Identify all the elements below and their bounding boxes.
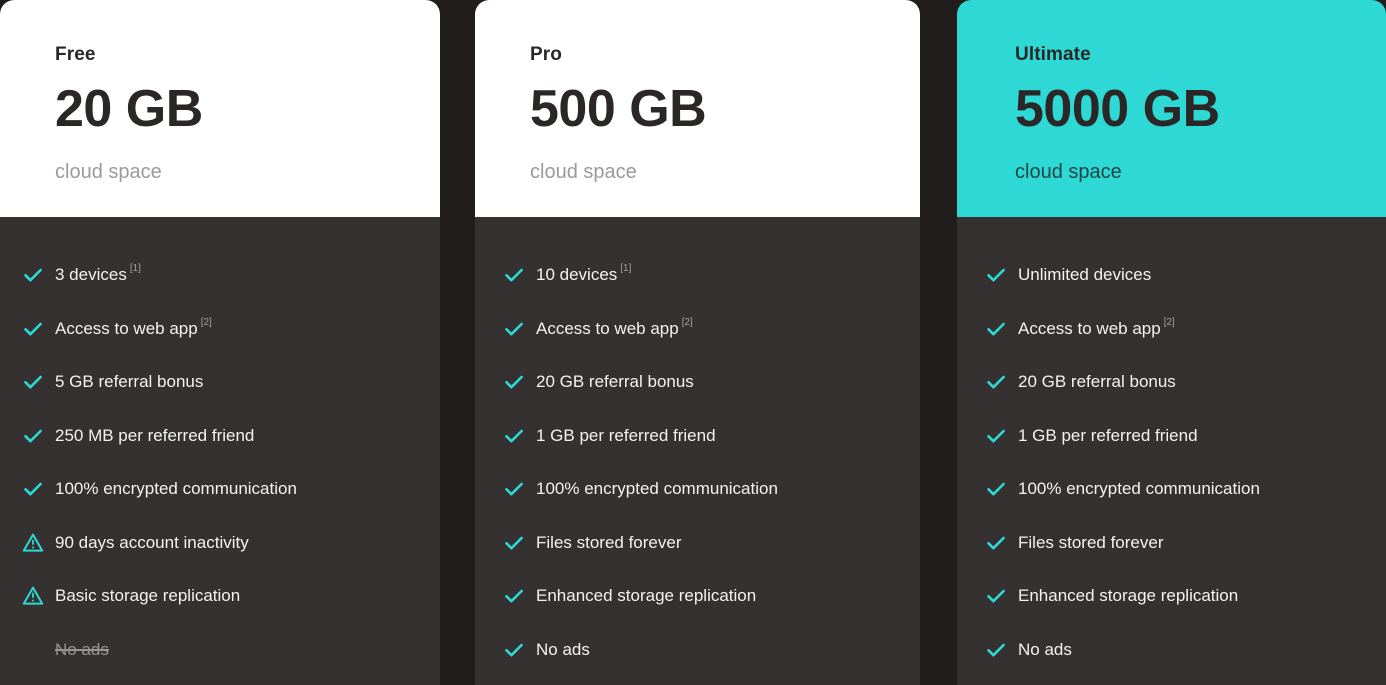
check-icon — [503, 639, 525, 661]
card-gutter-2 — [920, 0, 957, 685]
feature-item: 5 GB referral bonus — [0, 371, 440, 425]
feature-item: 20 GB referral bonus — [475, 371, 920, 425]
feature-label: Files stored forever — [1018, 532, 1164, 552]
check-icon — [985, 425, 1007, 447]
feature-item: Enhanced storage replication — [957, 585, 1386, 639]
feature-label: 90 days account inactivity — [55, 532, 249, 552]
check-icon — [503, 371, 525, 393]
plan-header-ultimate: Ultimate 5000 GB cloud space — [957, 0, 1386, 217]
feature-item: No ads — [475, 639, 920, 685]
feature-item: Enhanced storage replication — [475, 585, 920, 639]
check-icon — [22, 425, 44, 447]
plan-name: Pro — [530, 44, 562, 65]
feature-item: 100% encrypted communication — [0, 478, 440, 532]
feature-label: 250 MB per referred friend — [55, 425, 255, 445]
feature-list-free: 3 devices [1] Access to web app [2] 5 GB ref… — [0, 217, 440, 685]
feature-label: Basic storage replication — [55, 586, 241, 605]
feature-footnote: [2] — [200, 316, 212, 328]
feature-item: Unlimited devices — [957, 264, 1386, 318]
feature-item: 100% encrypted communication — [957, 478, 1386, 532]
pricing-plans: Free 20 GB cloud space 3 devices [1] Acces… — [0, 0, 1386, 685]
plan-header-pro: Pro 500 GB cloud space — [475, 0, 920, 217]
feature-footnote: [1] — [129, 263, 141, 274]
feature-label: Enhanced storage replication — [536, 586, 757, 605]
feature-label: 5 GB referral bonus — [55, 372, 204, 391]
feature-item: Access to web app [2] — [0, 316, 440, 372]
check-icon — [503, 585, 525, 607]
feature-label: 20 GB referral bonus — [1018, 372, 1176, 391]
feature-footnote: [2] — [1163, 316, 1175, 328]
check-icon — [985, 585, 1007, 607]
check-icon — [503, 478, 525, 500]
feature-item: 100% encrypted communication — [475, 478, 920, 532]
feature-item: Access to web app [2] — [475, 316, 920, 372]
warning-icon — [22, 532, 44, 554]
check-icon — [503, 532, 525, 554]
feature-label: 20 GB referral bonus — [536, 372, 694, 391]
check-icon — [503, 264, 525, 286]
feature-item: Files stored forever — [475, 532, 920, 586]
check-icon — [22, 478, 44, 500]
feature-footnote: [1] — [620, 263, 632, 274]
feature-label: Enhanced storage replication — [1018, 586, 1239, 605]
feature-item: Files stored forever — [957, 532, 1386, 586]
plan-header-free: Free 20 GB cloud space — [0, 0, 440, 217]
plan-storage-size: 500 GB — [530, 80, 707, 138]
feature-label: 100% encrypted communication — [536, 479, 778, 498]
feature-item: 10 devices [1] — [475, 264, 920, 318]
feature-item: Access to web app [2] — [957, 316, 1386, 372]
feature-label: 1 GB per referred friend — [1018, 425, 1198, 445]
plan-storage-size: 5000 GB — [1015, 80, 1220, 138]
feature-label: 100% encrypted communication — [55, 479, 297, 498]
check-icon — [985, 478, 1007, 500]
check-icon — [503, 425, 525, 447]
feature-label: Access to web app — [55, 318, 198, 338]
feature-item: No ads — [957, 639, 1386, 685]
no-icon-placeholder — [22, 639, 44, 661]
check-icon — [985, 532, 1007, 554]
feature-footnote: [2] — [681, 316, 693, 328]
check-icon — [985, 371, 1007, 393]
check-icon — [985, 264, 1007, 286]
plan-storage-size: 20 GB — [55, 80, 203, 138]
plan-subtitle: cloud space — [530, 161, 637, 183]
plan-name: Free — [55, 44, 96, 65]
plan-card-pro[interactable]: Pro 500 GB cloud space 10 devices [1] Acce… — [475, 0, 920, 685]
feature-label: Access to web app — [1018, 318, 1161, 338]
plan-subtitle: cloud space — [1015, 161, 1122, 183]
feature-label: Files stored forever — [536, 532, 682, 552]
feature-list-ultimate: Unlimited devices Access to web app [2] 20 … — [957, 217, 1386, 685]
plan-name: Ultimate — [1015, 44, 1091, 65]
feature-item: 90 days account inactivity — [0, 532, 440, 586]
feature-item: 3 devices [1] — [0, 264, 440, 318]
feature-label: No ads — [55, 639, 109, 659]
check-icon — [22, 318, 44, 340]
feature-label: Unlimited devices — [1018, 265, 1152, 284]
feature-item: 1 GB per referred friend — [475, 425, 920, 479]
plan-card-free[interactable]: Free 20 GB cloud space 3 devices [1] Acces… — [0, 0, 440, 685]
feature-item: 1 GB per referred friend — [957, 425, 1386, 479]
check-icon — [22, 371, 44, 393]
feature-list-pro: 10 devices [1] Access to web app [2] 20 GB r… — [475, 217, 920, 685]
feature-label: 10 devices — [536, 265, 618, 284]
feature-label: 3 devices — [55, 265, 127, 284]
feature-label: No ads — [536, 639, 590, 659]
check-icon — [985, 318, 1007, 340]
plan-subtitle: cloud space — [55, 161, 162, 183]
feature-label: 1 GB per referred friend — [536, 425, 716, 445]
plan-card-ultimate[interactable]: Ultimate 5000 GB cloud space Unlimited d… — [957, 0, 1386, 685]
card-gutter-1 — [440, 0, 475, 685]
feature-label: No ads — [1018, 639, 1072, 659]
feature-item: Basic storage replication — [0, 585, 440, 639]
feature-label: Access to web app — [536, 318, 679, 338]
check-icon — [22, 264, 44, 286]
feature-label: 100% encrypted communication — [1018, 479, 1260, 498]
warning-icon — [22, 585, 44, 607]
feature-item: 250 MB per referred friend — [0, 425, 440, 479]
check-icon — [503, 318, 525, 340]
feature-item: 20 GB referral bonus — [957, 371, 1386, 425]
check-icon — [985, 639, 1007, 661]
feature-item: No ads — [0, 639, 440, 685]
